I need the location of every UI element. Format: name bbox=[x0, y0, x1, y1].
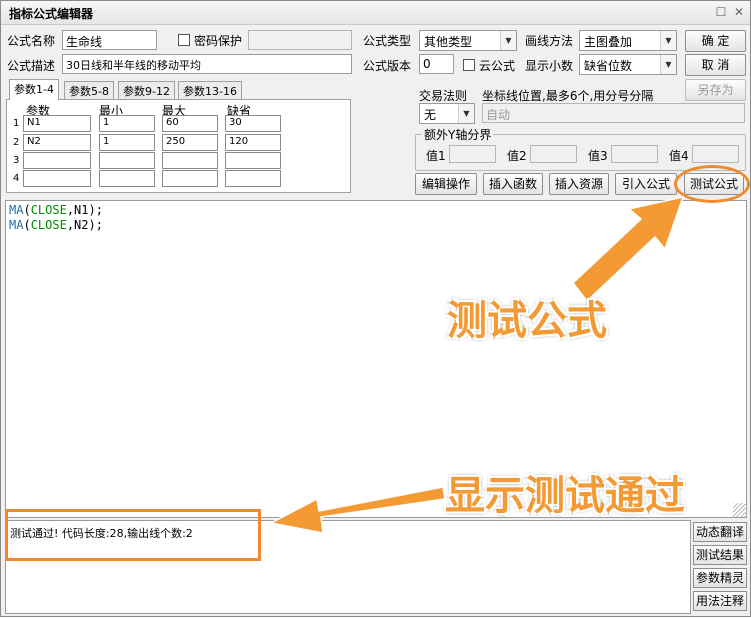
draw-label: 画线方法 bbox=[525, 34, 574, 48]
test-button-highlight bbox=[674, 165, 750, 203]
type-label: 公式类型 bbox=[363, 34, 412, 48]
type-select[interactable]: 其他类型 ▼ bbox=[419, 30, 517, 51]
insert-resource-button[interactable]: 插入资源 bbox=[549, 173, 609, 195]
param-row-num: 3 bbox=[13, 155, 20, 166]
param-name-input[interactable] bbox=[23, 152, 91, 169]
param-min-input[interactable]: 1 bbox=[99, 115, 155, 132]
param-row-num: 2 bbox=[13, 137, 20, 148]
param-row-num: 4 bbox=[13, 173, 20, 184]
code-function: MA bbox=[9, 218, 24, 232]
decimals-label: 显示小数 bbox=[525, 59, 574, 73]
close-icon[interactable]: ✕ bbox=[733, 6, 745, 18]
value1-input bbox=[449, 145, 496, 163]
window-title: 指标公式编辑器 bbox=[9, 7, 94, 21]
tab-params-13-16[interactable]: 参数13-16 bbox=[178, 81, 242, 99]
insert-function-button[interactable]: 插入函数 bbox=[483, 173, 543, 195]
param-min-input[interactable] bbox=[99, 152, 155, 169]
code-line: MA(CLOSE,N2); bbox=[9, 218, 743, 233]
saveas-button[interactable]: 另存为 bbox=[685, 79, 746, 101]
code-args: ,N1); bbox=[66, 203, 103, 217]
code-function: MA bbox=[9, 203, 24, 217]
version-input[interactable]: 0 bbox=[419, 54, 454, 74]
code-line: MA(CLOSE,N1); bbox=[9, 203, 743, 218]
output-highlight bbox=[5, 509, 261, 561]
value4-input bbox=[692, 145, 739, 163]
value3-input bbox=[611, 145, 658, 163]
password-checkbox[interactable] bbox=[178, 34, 190, 46]
value1-label: 值1 bbox=[426, 149, 446, 163]
coord-label: 坐标线位置,最多6个,用分号分隔 bbox=[482, 89, 654, 103]
param-name-input[interactable] bbox=[23, 170, 91, 187]
extra-y-groupbox: 额外Y轴分界 值1 值2 值3 值4 bbox=[415, 126, 746, 171]
param-min-input[interactable] bbox=[99, 170, 155, 187]
password-input bbox=[248, 30, 352, 50]
tab-params-9-12[interactable]: 参数9-12 bbox=[118, 81, 175, 99]
edit-ops-button[interactable]: 编辑操作 bbox=[415, 173, 477, 195]
name-input[interactable]: 生命线 bbox=[62, 30, 157, 50]
chevron-down-icon: ▼ bbox=[500, 31, 516, 50]
param-max-input[interactable]: 250 bbox=[162, 134, 218, 151]
code-constant: CLOSE bbox=[30, 203, 67, 217]
desc-label: 公式描述 bbox=[7, 59, 56, 73]
draw-select[interactable]: 主图叠加 ▼ bbox=[579, 30, 677, 51]
chevron-down-icon: ▼ bbox=[458, 104, 474, 123]
coord-input: 自动 bbox=[482, 103, 745, 123]
annotation-show-pass: 显示测试通过 bbox=[445, 473, 685, 519]
param-name-input[interactable]: N2 bbox=[23, 134, 91, 151]
cloud-label: 云公式 bbox=[479, 59, 516, 73]
test-result-button[interactable]: 测试结果 bbox=[693, 545, 747, 565]
extra-y-label: 额外Y轴分界 bbox=[422, 126, 494, 143]
tab-params-1-4[interactable]: 参数1-4 bbox=[9, 79, 59, 100]
tab-params-5-8[interactable]: 参数5-8 bbox=[64, 81, 114, 99]
password-label: 密码保护 bbox=[194, 34, 243, 48]
ok-button[interactable]: 确 定 bbox=[685, 30, 746, 52]
value3-label: 值3 bbox=[588, 149, 608, 163]
param-default-input[interactable] bbox=[225, 152, 281, 169]
dynamic-translate-button[interactable]: 动态翻译 bbox=[693, 522, 747, 542]
name-label: 公式名称 bbox=[7, 34, 56, 48]
param-row-num: 1 bbox=[13, 118, 20, 129]
param-min-input[interactable]: 1 bbox=[99, 134, 155, 151]
param-name-input[interactable]: N1 bbox=[23, 115, 91, 132]
usage-notes-button[interactable]: 用法注释 bbox=[693, 591, 747, 611]
param-max-input[interactable] bbox=[162, 170, 218, 187]
params-panel: 参数 最小 最大 缺省 1 N1 1 60 30 2 N2 1 250 120 … bbox=[6, 99, 351, 193]
draw-select-value: 主图叠加 bbox=[584, 35, 633, 49]
cloud-checkbox[interactable] bbox=[463, 59, 475, 71]
import-formula-button[interactable]: 引入公式 bbox=[615, 173, 677, 195]
trade-rule-label: 交易法则 bbox=[419, 89, 468, 103]
resize-grip[interactable] bbox=[733, 503, 747, 517]
desc-input[interactable]: 30日线和半年线的移动平均 bbox=[62, 54, 352, 74]
chevron-down-icon: ▼ bbox=[660, 31, 676, 50]
cancel-button[interactable]: 取 消 bbox=[685, 54, 746, 76]
decimals-select[interactable]: 缺省位数 ▼ bbox=[579, 54, 677, 75]
type-select-value: 其他类型 bbox=[424, 35, 473, 49]
param-default-input[interactable]: 30 bbox=[225, 115, 281, 132]
param-default-input[interactable]: 120 bbox=[225, 134, 281, 151]
code-args: ,N2); bbox=[66, 218, 103, 232]
code-paren: ( bbox=[23, 218, 31, 232]
value4-label: 值4 bbox=[669, 149, 689, 163]
code-constant: CLOSE bbox=[30, 218, 67, 232]
decimals-select-value: 缺省位数 bbox=[584, 59, 633, 73]
param-max-input[interactable] bbox=[162, 152, 218, 169]
formula-editor-window: 指标公式编辑器 ☐ ✕ 公式名称 生命线 密码保护 公式类型 其他类型 ▼ 画线… bbox=[0, 0, 751, 617]
annotation-test-formula: 测试公式 bbox=[447, 298, 607, 344]
chevron-down-icon: ▼ bbox=[660, 55, 676, 74]
title-bar: 指标公式编辑器 ☐ ✕ bbox=[1, 1, 750, 25]
value2-label: 值2 bbox=[507, 149, 527, 163]
code-paren: ( bbox=[23, 203, 31, 217]
version-label: 公式版本 bbox=[363, 59, 412, 73]
param-default-input[interactable] bbox=[225, 170, 281, 187]
trade-rule-value: 无 bbox=[424, 108, 437, 122]
restore-icon[interactable]: ☐ bbox=[715, 6, 727, 18]
param-max-input[interactable]: 60 bbox=[162, 115, 218, 132]
param-wizard-button[interactable]: 参数精灵 bbox=[693, 568, 747, 588]
trade-rule-select[interactable]: 无 ▼ bbox=[419, 103, 475, 124]
value2-input bbox=[530, 145, 577, 163]
